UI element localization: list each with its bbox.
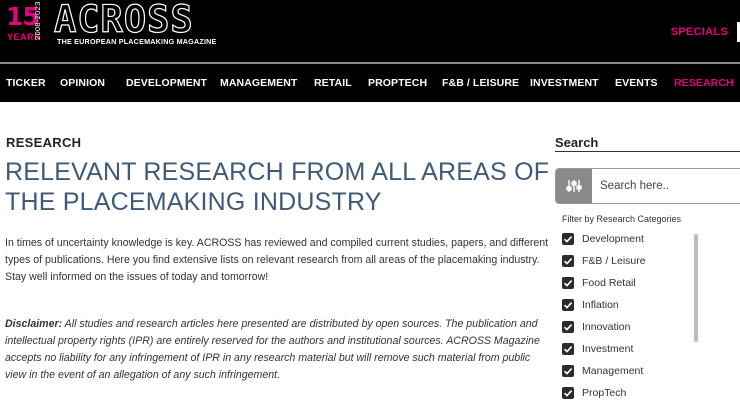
category-label: PropTech [582, 387, 627, 399]
nav-item-investment[interactable]: INVESTMENT [530, 77, 599, 89]
nav-item-proptech[interactable]: PROPTECH [368, 77, 427, 89]
nav-item-management[interactable]: MANAGEMENT [220, 77, 297, 89]
disclaimer-text: All studies and research articles here p… [5, 318, 540, 381]
specials-link[interactable]: SPECIALS [671, 26, 728, 38]
nav-item-research[interactable]: RESEARCH [674, 77, 734, 89]
disclaimer-label: Disclaimer: [5, 318, 63, 330]
nav-item-development[interactable]: DEVELOPMENT [126, 77, 207, 89]
checkbox-checked-icon[interactable] [562, 277, 574, 289]
nav-item-events[interactable]: EVENTS [615, 77, 658, 89]
checkbox-checked-icon[interactable] [562, 233, 574, 245]
search-placeholder: Search here.. [600, 180, 670, 192]
site-logo[interactable]: ACROSS [53, 0, 194, 39]
category-label: Development [582, 233, 644, 245]
category-list-scrollbar[interactable] [694, 234, 698, 342]
logo-dates: 2008-2023 [33, 1, 42, 40]
nav-item-opinion[interactable]: OPINION [60, 77, 105, 89]
checkbox-checked-icon[interactable] [562, 365, 574, 377]
site-header: 15 YEARS 2008-2023 ACROSS THE EUROPEAN P… [0, 0, 740, 62]
checkbox-checked-icon[interactable] [562, 387, 574, 399]
page-title: RELEVANT RESEARCH FROM ALL AREAS OF THE … [5, 158, 550, 216]
category-label: Management [582, 365, 644, 377]
logo-tagline: THE EUROPEAN PLACEMAKING MAGAZINE [57, 37, 217, 46]
category-list: Development F&B / Leisure Food Retail In… [562, 232, 712, 400]
nav-item-ticker[interactable]: TICKER [6, 77, 46, 89]
nav-item-retail[interactable]: RETAIL [314, 77, 352, 89]
nav-item-fb-leisure[interactable]: F&B / LEISURE [442, 77, 519, 89]
filter-sliders-icon[interactable] [556, 169, 592, 203]
checkbox-checked-icon[interactable] [562, 343, 574, 355]
disclaimer-paragraph: Disclaimer: All studies and research art… [5, 316, 550, 384]
main-nav: TICKER OPINION DEVELOPMENT MANAGEMENT RE… [0, 64, 740, 102]
search-input[interactable]: Search here.. [555, 168, 740, 204]
category-label: Innovation [582, 321, 631, 333]
filter-label: Filter by Research Categories [562, 214, 682, 224]
checkbox-checked-icon[interactable] [562, 255, 574, 267]
checkbox-checked-icon[interactable] [562, 299, 574, 311]
intro-paragraph: In times of uncertainty knowledge is key… [5, 237, 549, 283]
category-label: F&B / Leisure [582, 255, 646, 267]
category-label: Food Retail [582, 277, 636, 289]
category-label: Inflation [582, 299, 619, 311]
section-kicker: RESEARCH [6, 135, 82, 150]
category-label: Investment [582, 343, 634, 355]
checkbox-checked-icon[interactable] [562, 321, 574, 333]
search-widget-title: Search [555, 135, 740, 152]
